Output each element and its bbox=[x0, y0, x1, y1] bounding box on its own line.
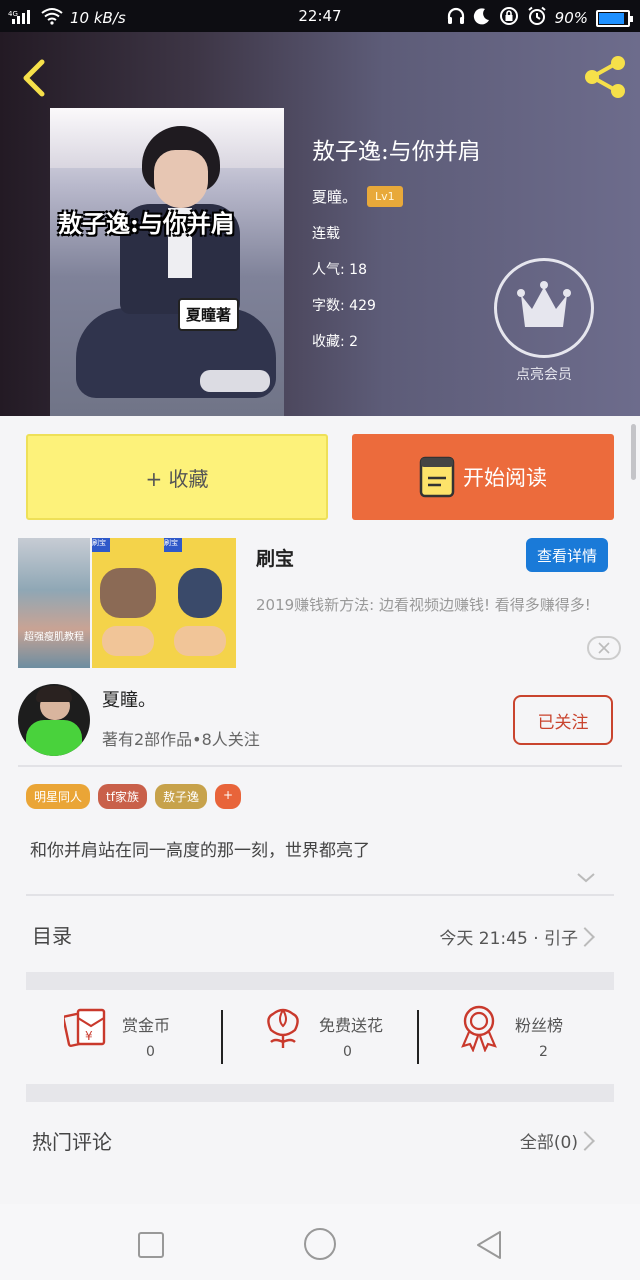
share-button[interactable] bbox=[580, 52, 630, 102]
reader-actions: ¥ 赏金币 0 免费送花 0 粉丝榜 2 bbox=[26, 1000, 614, 1072]
level-badge: Lv1 bbox=[367, 186, 403, 207]
ad-title: 刷宝 bbox=[256, 548, 295, 570]
system-nav-bar bbox=[0, 1204, 640, 1280]
tag-chip[interactable]: + bbox=[214, 784, 242, 809]
headphones-icon bbox=[447, 7, 465, 29]
tag-chip[interactable]: 敖子逸 bbox=[154, 784, 207, 809]
rotation-lock-icon bbox=[499, 6, 519, 30]
tag-chip[interactable]: tf家族 bbox=[98, 784, 147, 809]
vip-button[interactable]: 点亮会员 bbox=[494, 258, 594, 384]
synopsis: 和你并肩站在同一高度的那一刻，世界都亮了 bbox=[30, 841, 370, 861]
tag-list: 明星同人 tf家族 敖子逸 + bbox=[26, 784, 242, 809]
close-ad-button[interactable] bbox=[587, 636, 621, 660]
share-icon bbox=[585, 56, 625, 98]
popularity-count: 人气: 18 bbox=[312, 262, 367, 278]
back-arrow-icon bbox=[23, 59, 45, 97]
view-details-button[interactable]: 查看详情 bbox=[526, 538, 608, 572]
start-reading-button[interactable]: 开始阅读 bbox=[352, 434, 614, 520]
fan-ranking-label: 粉丝榜 bbox=[515, 1016, 564, 1035]
author-stats: 著有2部作品•8人关注 bbox=[102, 730, 260, 749]
scrollbar[interactable] bbox=[631, 424, 636, 480]
flower-icon bbox=[261, 1004, 305, 1052]
status-bar: 4G 10 kB/s 22:47 90% bbox=[0, 0, 640, 32]
reward-coins-label: 赏金币 bbox=[122, 1016, 171, 1035]
book-title: 敖子逸:与你并肩 bbox=[312, 139, 481, 165]
section-gap bbox=[26, 972, 614, 990]
hot-comments-label: 热门评论 bbox=[32, 1130, 112, 1154]
section-gap bbox=[26, 1084, 614, 1102]
tag-chip[interactable]: 明星同人 bbox=[26, 784, 91, 809]
divider bbox=[18, 765, 622, 767]
ad-thumbnail: 超强瘦肌教程 bbox=[18, 538, 90, 668]
all-comments-link[interactable]: 全部(0) bbox=[520, 1128, 578, 1153]
moon-icon bbox=[473, 7, 491, 29]
battery-percent: 90% bbox=[554, 9, 588, 27]
battery-icon bbox=[596, 9, 633, 27]
send-flower-button[interactable]: 免费送花 0 bbox=[223, 1000, 419, 1072]
chevron-right-icon bbox=[575, 927, 595, 947]
alarm-icon bbox=[527, 6, 547, 30]
hot-comments-header: 热门评论 全部(0) bbox=[26, 1110, 614, 1170]
latest-chapter: 今天 21:45 · 引子 bbox=[439, 929, 578, 949]
reward-coins-button[interactable]: ¥ 赏金币 0 bbox=[26, 1000, 222, 1072]
red-envelope-icon: ¥ bbox=[62, 1004, 108, 1052]
cover-title: 敖子逸:与你并肩 bbox=[58, 209, 235, 238]
recent-apps-button[interactable] bbox=[134, 1228, 168, 1262]
divider bbox=[26, 894, 614, 896]
medal-icon bbox=[457, 1004, 501, 1053]
close-icon bbox=[598, 642, 610, 654]
word-count: 字数: 429 bbox=[312, 298, 376, 314]
circle-icon bbox=[304, 1228, 336, 1260]
cover-author-tag: 夏瞳著 bbox=[178, 298, 240, 331]
crown-icon bbox=[517, 281, 571, 327]
toc-label: 目录 bbox=[32, 924, 72, 948]
collect-button[interactable]: + 收藏 bbox=[26, 434, 328, 520]
vip-label: 点亮会员 bbox=[516, 367, 572, 383]
send-flower-label: 免费送花 bbox=[319, 1016, 384, 1035]
follow-button[interactable]: 已关注 bbox=[513, 695, 613, 745]
author-card[interactable]: 夏瞳。 著有2部作品•8人关注 已关注 bbox=[0, 680, 640, 766]
book-icon bbox=[419, 456, 455, 498]
table-of-contents-row[interactable]: 目录 今天 21:45 · 引子 bbox=[26, 904, 614, 968]
back-button[interactable] bbox=[16, 56, 56, 100]
book-info: 敖子逸:与你并肩 夏瞳。 Lv1 连载 人气: 18 字数: 429 收藏: 2 bbox=[312, 132, 481, 367]
back-nav-button[interactable] bbox=[472, 1228, 506, 1262]
square-icon bbox=[138, 1232, 164, 1258]
favorites-count: 收藏: 2 bbox=[312, 334, 359, 350]
chevron-right-icon bbox=[575, 1131, 595, 1151]
author-name: 夏瞳。 bbox=[102, 690, 156, 711]
book-author[interactable]: 夏瞳。 bbox=[312, 186, 357, 207]
fan-ranking-value: 2 bbox=[539, 1044, 548, 1060]
start-reading-label: 开始阅读 bbox=[463, 466, 547, 490]
book-cover[interactable]: 敖子逸:与你并肩 夏瞳著 bbox=[50, 108, 284, 416]
avatar[interactable] bbox=[18, 684, 90, 756]
ad-thumbnail: 刷宝 bbox=[164, 538, 236, 668]
ad-banner[interactable]: 超强瘦肌教程 刷宝 刷宝 刷宝 查看详情 2019赚钱新方法: 边看视频边赚钱!… bbox=[0, 534, 640, 674]
ad-description: 2019赚钱新方法: 边看视频边赚钱! 看得多赚得多! bbox=[256, 596, 591, 614]
fan-ranking-button[interactable]: 粉丝榜 2 bbox=[419, 1000, 615, 1072]
triangle-back-icon bbox=[477, 1231, 501, 1259]
reward-coins-value: 0 bbox=[146, 1044, 155, 1060]
book-header: 敖子逸:与你并肩 夏瞳著 敖子逸:与你并肩 夏瞳。 Lv1 连载 人气: 18 … bbox=[0, 32, 640, 416]
ad-thumbnail: 刷宝 bbox=[92, 538, 164, 668]
send-flower-value: 0 bbox=[343, 1044, 352, 1060]
expand-chevron-icon[interactable] bbox=[576, 868, 596, 888]
serial-status: 连载 bbox=[312, 226, 340, 242]
svg-text:¥: ¥ bbox=[85, 1029, 93, 1043]
home-button[interactable] bbox=[300, 1224, 340, 1264]
